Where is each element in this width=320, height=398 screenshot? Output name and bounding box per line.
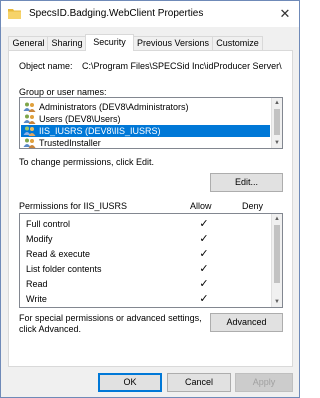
object-name-label: Object name: xyxy=(19,61,73,71)
allow-check-icon: ✓ xyxy=(199,218,209,230)
list-item[interactable]: Administrators (DEV8\Administrators) xyxy=(21,101,270,113)
permission-name: Read xyxy=(26,279,48,289)
list-item[interactable]: IIS_IUSRS (DEV8\IIS_IUSRS) xyxy=(21,125,270,137)
users-listbox[interactable]: Administrators (DEV8\Administrators) Use… xyxy=(19,97,283,149)
close-button[interactable]: ✕ xyxy=(275,4,295,24)
list-item[interactable]: TrustedInstaller xyxy=(21,137,270,148)
allow-header: Allow xyxy=(190,201,212,211)
user-group-icon xyxy=(23,102,36,112)
special-permissions-text-1: For special permissions or advanced sett… xyxy=(19,313,202,323)
permission-name: Write xyxy=(26,294,47,304)
permission-name: List folder contents xyxy=(26,264,102,274)
list-item-label: Administrators (DEV8\Administrators) xyxy=(39,102,189,112)
allow-check-icon: ✓ xyxy=(199,233,209,245)
permission-name: Full control xyxy=(26,219,71,229)
user-group-icon xyxy=(23,114,36,124)
tab-previous-versions[interactable]: Previous Versions xyxy=(132,36,214,50)
permissions-listbox[interactable]: Full control ✓ Modify ✓ Read & execute ✓… xyxy=(19,213,283,308)
allow-check-icon: ✓ xyxy=(199,263,209,275)
permission-row: Modify ✓ xyxy=(26,233,264,245)
list-item-label: Users (DEV8\Users) xyxy=(39,114,121,124)
permission-row: Full control ✓ xyxy=(26,218,264,230)
scroll-up-icon[interactable]: ▲ xyxy=(272,214,282,224)
permission-row: Read & execute ✓ xyxy=(26,248,264,260)
edit-button[interactable]: Edit... xyxy=(210,173,283,192)
scroll-up-icon[interactable]: ▲ xyxy=(272,98,282,108)
change-permissions-text: To change permissions, click Edit. xyxy=(19,157,155,167)
list-item-label: TrustedInstaller xyxy=(39,138,101,148)
security-panel: Object name: C:\Program Files\SPECSid In… xyxy=(8,50,293,367)
deny-header: Deny xyxy=(242,201,264,211)
object-name-value: C:\Program Files\SPECSid Inc\idProducer … xyxy=(82,61,282,71)
permissions-for-label: Permissions for IIS_IUSRS xyxy=(19,201,128,211)
scroll-down-icon[interactable]: ▼ xyxy=(272,138,282,148)
group-users-label: Group or user names: xyxy=(19,87,107,97)
permission-name: Modify xyxy=(26,234,53,244)
ok-button[interactable]: OK xyxy=(98,373,162,392)
allow-check-icon: ✓ xyxy=(199,278,209,290)
list-item[interactable]: Users (DEV8\Users) xyxy=(21,113,270,125)
permission-row: List folder contents ✓ xyxy=(26,263,264,275)
list-item-label: IIS_IUSRS (DEV8\IIS_IUSRS) xyxy=(39,126,161,136)
tab-sharing[interactable]: Sharing xyxy=(47,36,87,50)
scroll-thumb[interactable] xyxy=(274,225,280,283)
user-group-icon xyxy=(23,126,36,136)
advanced-button[interactable]: Advanced xyxy=(210,313,283,332)
title-bar[interactable]: SpecsID.Badging.WebClient Properties ✕ xyxy=(1,1,299,27)
allow-check-icon: ✓ xyxy=(199,248,209,260)
cancel-button[interactable]: Cancel xyxy=(167,373,231,392)
users-scrollbar[interactable]: ▲ ▼ xyxy=(271,98,282,148)
allow-check-icon: ✓ xyxy=(199,293,209,305)
folder-icon xyxy=(8,8,21,19)
properties-dialog: SpecsID.Badging.WebClient Properties ✕ G… xyxy=(0,0,300,398)
tab-general[interactable]: General xyxy=(8,36,49,50)
scroll-down-icon[interactable]: ▼ xyxy=(272,297,282,307)
special-permissions-text-2: click Advanced. xyxy=(19,324,82,334)
apply-button[interactable]: Apply xyxy=(235,373,293,392)
permission-row: Write ✓ xyxy=(26,293,264,305)
scroll-thumb[interactable] xyxy=(274,109,280,135)
tab-security[interactable]: Security xyxy=(85,34,134,51)
permission-row: Read ✓ xyxy=(26,278,264,290)
permissions-scrollbar[interactable]: ▲ ▼ xyxy=(271,214,282,307)
permission-name: Read & execute xyxy=(26,249,91,259)
user-group-icon xyxy=(23,138,36,148)
window-title: SpecsID.Badging.WebClient Properties xyxy=(29,8,204,19)
tab-customize[interactable]: Customize xyxy=(212,36,263,50)
